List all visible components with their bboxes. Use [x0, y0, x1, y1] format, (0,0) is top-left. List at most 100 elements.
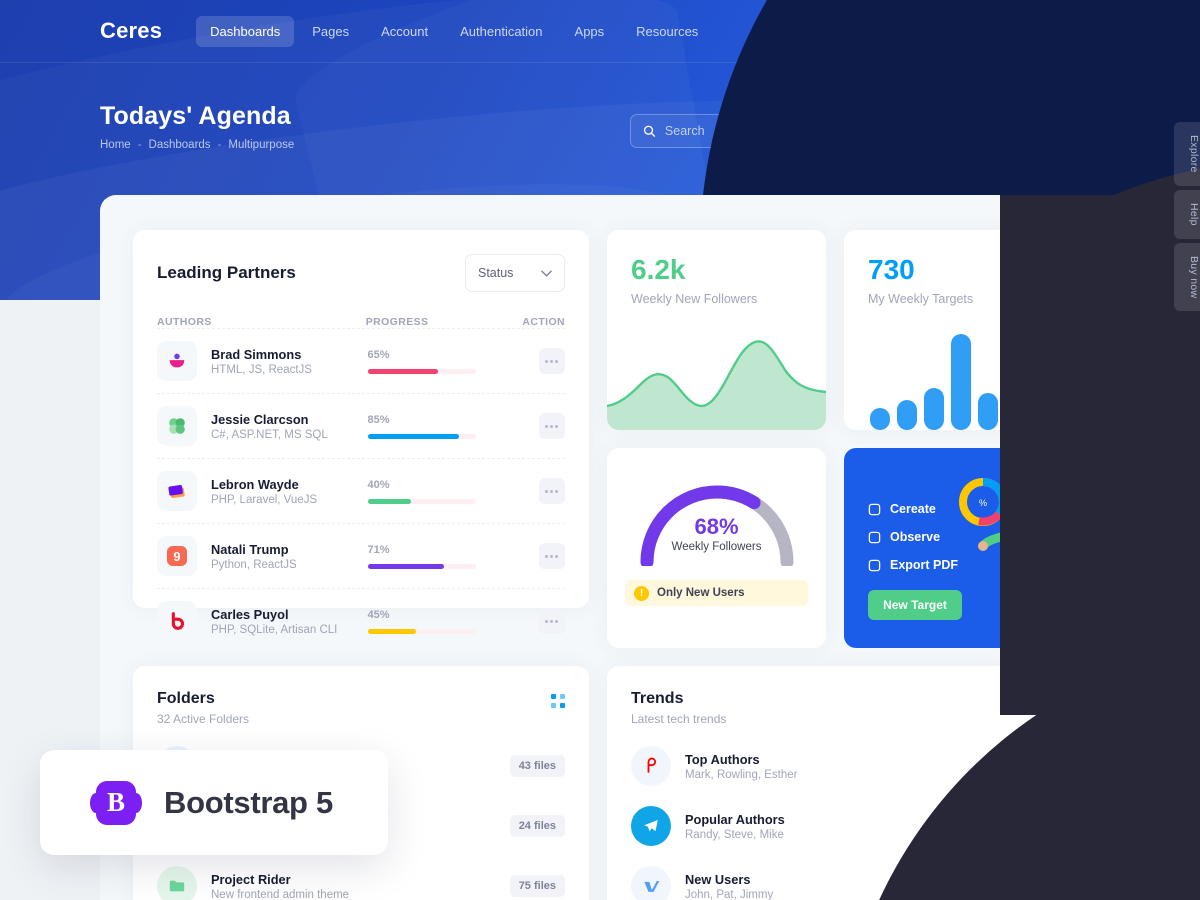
gauge-alert-text: Only New Users [657, 587, 745, 599]
breadcrumb: Home - Dashboards - Multipurpose [100, 139, 294, 151]
clover-icon [157, 406, 197, 446]
vimeo-icon [631, 866, 671, 900]
partner-name: Natali Trump [211, 541, 289, 557]
leading-partners-title: Leading Partners [157, 263, 296, 282]
trends-subtitle: Latest tech trends [631, 712, 727, 726]
side-tab-buy-now[interactable]: Buy now [1174, 242, 1200, 311]
partner-percent: 45% [367, 608, 390, 621]
nav-link-resources[interactable]: Resources [622, 16, 712, 47]
gauge-label: Weekly Followers [671, 541, 762, 553]
chevron-down-icon [541, 270, 552, 277]
col-progress: PROGRESS [365, 316, 429, 328]
nine-icon: 9 [157, 536, 197, 576]
main-nav: Dashboards Pages Account Authentication … [196, 15, 712, 47]
trend-name: New Users [685, 871, 751, 887]
table-row[interactable]: Carles Puyol PHP, SQLite, Artisan CLI 45… [157, 588, 565, 653]
page-title: Todays' Agenda [100, 102, 291, 130]
nav-link-dashboards[interactable]: Dashboards [196, 15, 295, 47]
promo-label: Cereate [890, 502, 936, 516]
bootstrap-logo-icon: B [90, 780, 142, 825]
list-item[interactable]: Project Rider New frontend admin theme 7… [157, 866, 565, 900]
p-icon [631, 746, 671, 786]
breadcrumb-item-home[interactable]: Home [100, 139, 131, 151]
weekly-followers-card: 6.2k Weekly New Followers [607, 230, 826, 430]
weekly-followers-gauge-card: 68% Weekly Followers ! Only New Users [607, 448, 826, 648]
row-actions-button[interactable] [538, 543, 565, 569]
warning-icon: ! [634, 585, 649, 601]
folder-file-count: 43 files [509, 755, 565, 777]
gauge-percent: 68% [694, 514, 739, 539]
partner-skills: PHP, SQLite, Artisan CLI [211, 623, 338, 636]
folder-name: Project Rider [211, 871, 291, 887]
duplicate-icon [868, 503, 881, 515]
trend-name: Top Authors [685, 751, 760, 767]
leading-partners-card: Leading Partners Status AUTHORS PROGRESS… [133, 230, 589, 641]
row-actions-button[interactable] [538, 348, 565, 374]
col-authors: AUTHORS [157, 316, 212, 328]
svg-text:%: % [979, 498, 987, 508]
gauge-alert-banner: ! Only New Users [625, 580, 808, 606]
table-row[interactable]: Jessie Clarcson C#, ASP.NET, MS SQL 85% [157, 393, 565, 458]
cards-icon [157, 471, 197, 511]
trend-name: Popular Authors [685, 811, 785, 827]
dark-decor-panel [1000, 195, 1200, 715]
row-actions-button[interactable] [538, 413, 565, 439]
partner-percent: 71% [367, 543, 390, 556]
table-row[interactable]: Brad Simmons HTML, JS, ReactJS 65% [157, 328, 565, 393]
search-icon [644, 125, 656, 137]
folders-title: Folders [157, 690, 215, 707]
nav-link-apps[interactable]: Apps [561, 16, 619, 47]
col-action: ACTION [522, 316, 566, 328]
bebo-icon [157, 601, 197, 641]
page-header: Todays' Agenda Home - Dashboards - Multi… [100, 102, 294, 151]
breadcrumb-item-multipurpose: Multipurpose [228, 139, 295, 151]
trend-people: Randy, Steve, Mike [685, 828, 784, 841]
nav-link-pages[interactable]: Pages [298, 16, 363, 47]
nav-link-account[interactable]: Account [367, 16, 442, 47]
breadcrumb-separator: - [217, 139, 222, 151]
promo-label: Observe [890, 530, 941, 544]
followers-label: Weekly New Followers [631, 292, 758, 306]
dashboard-page: Ceres Dashboards Pages Account Authentic… [0, 0, 1200, 900]
bootstrap-badge-text: Bootstrap 5 [164, 784, 333, 820]
status-filter-select[interactable]: Status [465, 254, 565, 292]
folders-menu-icon[interactable] [551, 694, 565, 708]
partners-table-header: AUTHORS PROGRESS ACTION [157, 316, 565, 328]
side-tab-explore[interactable]: Explore [1174, 122, 1200, 186]
table-row[interactable]: 9 Natali Trump Python, ReactJS 71% [157, 523, 565, 588]
folder-file-count: 75 files [509, 875, 565, 897]
followers-area-chart [607, 320, 826, 430]
partner-skills: PHP, Laravel, VueJS [211, 493, 318, 506]
telegram-icon [631, 806, 671, 846]
folder-icon [157, 866, 197, 900]
keenthemes-icon [157, 341, 197, 381]
trend-people: Mark, Rowling, Esther [685, 768, 798, 781]
trend-people: John, Pat, Jimmy [685, 888, 774, 900]
partner-name: Jessie Clarcson [211, 411, 309, 427]
folders-subtitle: 32 Active Folders [157, 712, 250, 726]
breadcrumb-separator: - [137, 139, 142, 151]
duplicate-icon [868, 531, 881, 543]
svg-text:9: 9 [173, 549, 180, 564]
breadcrumb-item-dashboards[interactable]: Dashboards [149, 139, 211, 151]
partner-name: Lebron Wayde [211, 476, 299, 492]
side-tab-help[interactable]: Help [1174, 189, 1200, 239]
table-row[interactable]: Lebron Wayde PHP, Laravel, VueJS 40% [157, 458, 565, 523]
bootstrap-badge[interactable]: B Bootstrap 5 [40, 750, 388, 855]
brand-logo[interactable]: Ceres [100, 18, 162, 44]
folder-desc: New frontend admin theme [211, 888, 350, 900]
partner-percent: 40% [367, 478, 390, 491]
side-tab-group: Explore Help Buy now [1174, 122, 1200, 311]
partner-percent: 65% [367, 348, 390, 361]
trends-title: Trends [631, 690, 684, 707]
partner-name: Brad Simmons [211, 346, 302, 362]
followers-value: 6.2k [631, 254, 686, 285]
row-actions-button[interactable] [538, 608, 565, 634]
duplicate-icon [868, 559, 881, 571]
nav-link-authentication[interactable]: Authentication [446, 16, 556, 47]
partner-name: Carles Puyol [211, 606, 289, 622]
partner-skills: Python, ReactJS [211, 558, 297, 571]
row-actions-button[interactable] [538, 478, 565, 504]
partner-percent: 85% [367, 413, 390, 426]
partner-skills: C#, ASP.NET, MS SQL [211, 428, 328, 441]
